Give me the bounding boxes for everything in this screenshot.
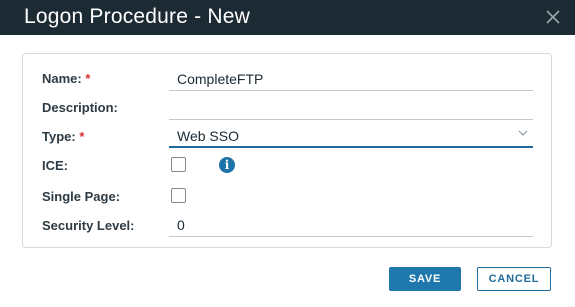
- description-field[interactable]: [169, 96, 533, 120]
- form-panel: Name: * CompleteFTP Description: Type: *…: [22, 53, 552, 248]
- name-value: CompleteFTP: [177, 71, 264, 87]
- chevron-down-icon[interactable]: [517, 127, 529, 139]
- security-level-label: Security Level:: [42, 218, 135, 233]
- name-label: Name: *: [42, 71, 91, 86]
- ice-checkbox[interactable]: [171, 157, 186, 172]
- description-label: Description:: [42, 100, 118, 115]
- single-page-checkbox[interactable]: [171, 188, 186, 203]
- dialog-title: Logon Procedure - New: [24, 5, 250, 28]
- save-button[interactable]: SAVE: [389, 267, 461, 291]
- name-field[interactable]: CompleteFTP: [169, 67, 533, 91]
- required-marker: *: [85, 71, 91, 86]
- dialog-titlebar: Logon Procedure - New: [0, 0, 575, 35]
- logon-procedure-dialog: Logon Procedure - New Name: * CompleteFT…: [0, 0, 575, 307]
- security-level-field[interactable]: 0: [169, 213, 533, 237]
- security-level-value: 0: [177, 217, 185, 233]
- cancel-button[interactable]: CANCEL: [477, 267, 551, 291]
- ice-label: ICE:: [42, 158, 68, 173]
- required-marker: *: [79, 129, 85, 144]
- close-icon[interactable]: [544, 8, 562, 26]
- info-icon[interactable]: i: [219, 157, 235, 173]
- single-page-label: Single Page:: [42, 189, 121, 204]
- type-select[interactable]: Web SSO: [169, 123, 533, 148]
- type-value: Web SSO: [177, 128, 239, 144]
- type-label: Type: *: [42, 129, 85, 144]
